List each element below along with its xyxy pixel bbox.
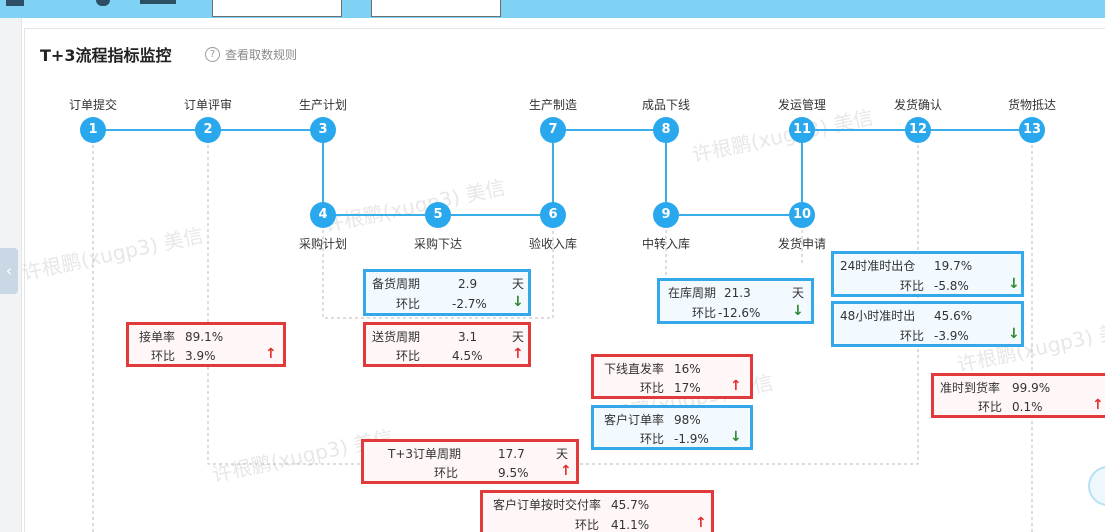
flow-node-2[interactable]: 2 — [195, 117, 221, 143]
flow-node-label: 发货确认 — [893, 98, 943, 112]
flow-node-5[interactable]: 5 — [425, 202, 451, 228]
ratio-label: 环比 — [151, 349, 176, 363]
ratio-label: 环比 — [900, 279, 925, 293]
flow-node-label: 发运管理 — [777, 98, 827, 112]
metric-card-offline-direct-ship[interactable]: 下线直发率 16% 环比 17% ↑ — [591, 354, 753, 399]
flow-node-8[interactable]: 8 — [653, 117, 679, 143]
flow-node-label: 采购计划 — [298, 237, 348, 251]
trend-down-icon: ↓ — [1008, 276, 1020, 292]
ratio-label: 环比 — [978, 400, 1003, 414]
ratio-value: -1.9% — [674, 432, 709, 446]
ratio-value: 9.5% — [498, 466, 529, 480]
flow-node-label: 订单提交 — [68, 98, 118, 112]
metric-name: 送货周期 — [372, 330, 421, 344]
metric-name: 接单率 — [139, 330, 176, 344]
trend-down-icon: ↓ — [1008, 326, 1020, 342]
metric-value: 45.6% — [934, 309, 973, 323]
metric-value: 98% — [674, 413, 701, 427]
metric-value: 45.7% — [611, 498, 650, 512]
metric-name: 48小时准时出 — [840, 309, 916, 323]
metric-value: 89.1% — [185, 330, 224, 344]
metric-name: 客户订单按时交付率 — [493, 498, 602, 512]
metric-card-48h-ontime-out[interactable]: 48小时准时出 45.6% 环比 -3.9% ↓ — [831, 301, 1024, 347]
trend-up-icon: ↑ — [512, 346, 524, 362]
metric-name: 备货周期 — [372, 277, 421, 291]
flow-node-label: 中转入库 — [641, 237, 691, 251]
metric-value: 2.9 — [458, 277, 478, 291]
ratio-label: 环比 — [575, 518, 600, 532]
metric-name: 客户订单率 — [604, 413, 665, 427]
flow-node-1[interactable]: 1 — [80, 117, 106, 143]
ratio-value: -12.6% — [718, 306, 761, 320]
metric-name: 24时准时出仓 — [840, 259, 916, 273]
trend-up-icon: ↑ — [265, 346, 277, 362]
flow-node-9[interactable]: 9 — [653, 202, 679, 228]
metric-name: 在库周期 — [668, 286, 717, 300]
metric-unit: 天 — [512, 277, 525, 291]
ratio-value: -2.7% — [452, 297, 487, 311]
metric-name: 准时到货率 — [940, 381, 1001, 395]
ratio-value: 17% — [674, 381, 701, 395]
flow-node-4[interactable]: 4 — [310, 202, 336, 228]
trend-up-icon: ↑ — [560, 463, 572, 479]
metric-value: 19.7% — [934, 259, 973, 273]
ratio-label: 环比 — [396, 297, 421, 311]
trend-down-icon: ↓ — [730, 429, 742, 445]
trend-down-icon: ↓ — [512, 294, 524, 310]
flow-node-7[interactable]: 7 — [540, 117, 566, 143]
ratio-label: 环比 — [434, 466, 459, 480]
flow-node-label: 验收入库 — [528, 237, 578, 251]
flow-node-6[interactable]: 6 — [540, 202, 566, 228]
metric-card-24h-ontime-out[interactable]: 24时准时出仓 19.7% 环比 -5.8% ↓ — [831, 251, 1024, 297]
metric-card-order-acceptance[interactable]: 接单率 89.1% 环比 3.9% ↑ — [126, 322, 286, 367]
flow-node-label: 生产制造 — [528, 98, 578, 112]
metric-unit: 天 — [512, 330, 525, 344]
flow-node-label: 订单评审 — [183, 98, 233, 112]
flow-node-label: 发货申请 — [777, 237, 827, 251]
metric-unit: 天 — [556, 447, 569, 461]
metric-value: 21.3 — [724, 286, 751, 300]
ratio-label: 环比 — [692, 306, 717, 320]
trend-up-icon: ↑ — [695, 515, 707, 531]
metric-card-t3-order-cycle[interactable]: T+3订单周期 17.7 天 环比 9.5% ↑ — [361, 439, 579, 484]
metric-card-delivery-cycle[interactable]: 送货周期 3.1 天 环比 4.5% ↑ — [363, 322, 531, 367]
metric-value: 16% — [674, 362, 701, 376]
metric-name: T+3订单周期 — [388, 447, 462, 461]
flow-node-label: 采购下达 — [413, 237, 463, 251]
ratio-label: 环比 — [640, 432, 665, 446]
metric-card-ontime-delivery[interactable]: 客户订单按时交付率 45.7% 环比 41.1% ↑ — [480, 490, 714, 532]
flow-node-13[interactable]: 13 — [1019, 117, 1045, 143]
ratio-label: 环比 — [640, 381, 665, 395]
flow-node-10[interactable]: 10 — [789, 202, 815, 228]
flow-node-label: 货物抵达 — [1007, 98, 1057, 112]
ratio-value: 3.9% — [185, 349, 216, 363]
trend-down-icon: ↓ — [792, 303, 804, 319]
ratio-value: 0.1% — [1012, 400, 1043, 414]
metric-card-customer-order-rate[interactable]: 客户订单率 98% 环比 -1.9% ↓ — [591, 405, 753, 450]
metric-card-ontime-arrival[interactable]: 准时到货率 99.9% 环比 0.1% ↑ — [931, 373, 1105, 418]
flow-node-label: 生产计划 — [298, 98, 348, 112]
ratio-value: 4.5% — [452, 349, 483, 363]
metric-name: 下线直发率 — [604, 362, 665, 376]
flow-node-11[interactable]: 11 — [789, 117, 815, 143]
metric-card-in-stock-cycle[interactable]: 在库周期 21.3 天 环比 -12.6% ↓ — [657, 278, 814, 324]
ratio-value: 41.1% — [611, 518, 650, 532]
ratio-label: 环比 — [396, 349, 421, 363]
metric-card-stocking-cycle[interactable]: 备货周期 2.9 天 环比 -2.7% ↓ — [363, 269, 531, 316]
metric-value: 99.9% — [1012, 381, 1051, 395]
flow-node-label: 成品下线 — [641, 98, 691, 112]
flow-node-3[interactable]: 3 — [310, 117, 336, 143]
trend-up-icon: ↑ — [1092, 397, 1104, 413]
flow-node-12[interactable]: 12 — [905, 117, 931, 143]
ratio-label: 环比 — [900, 329, 925, 343]
metric-value: 3.1 — [458, 330, 478, 344]
ratio-value: -5.8% — [934, 279, 969, 293]
metric-value: 17.7 — [498, 447, 525, 461]
trend-up-icon: ↑ — [730, 378, 742, 394]
ratio-value: -3.9% — [934, 329, 969, 343]
metric-unit: 天 — [792, 286, 805, 300]
